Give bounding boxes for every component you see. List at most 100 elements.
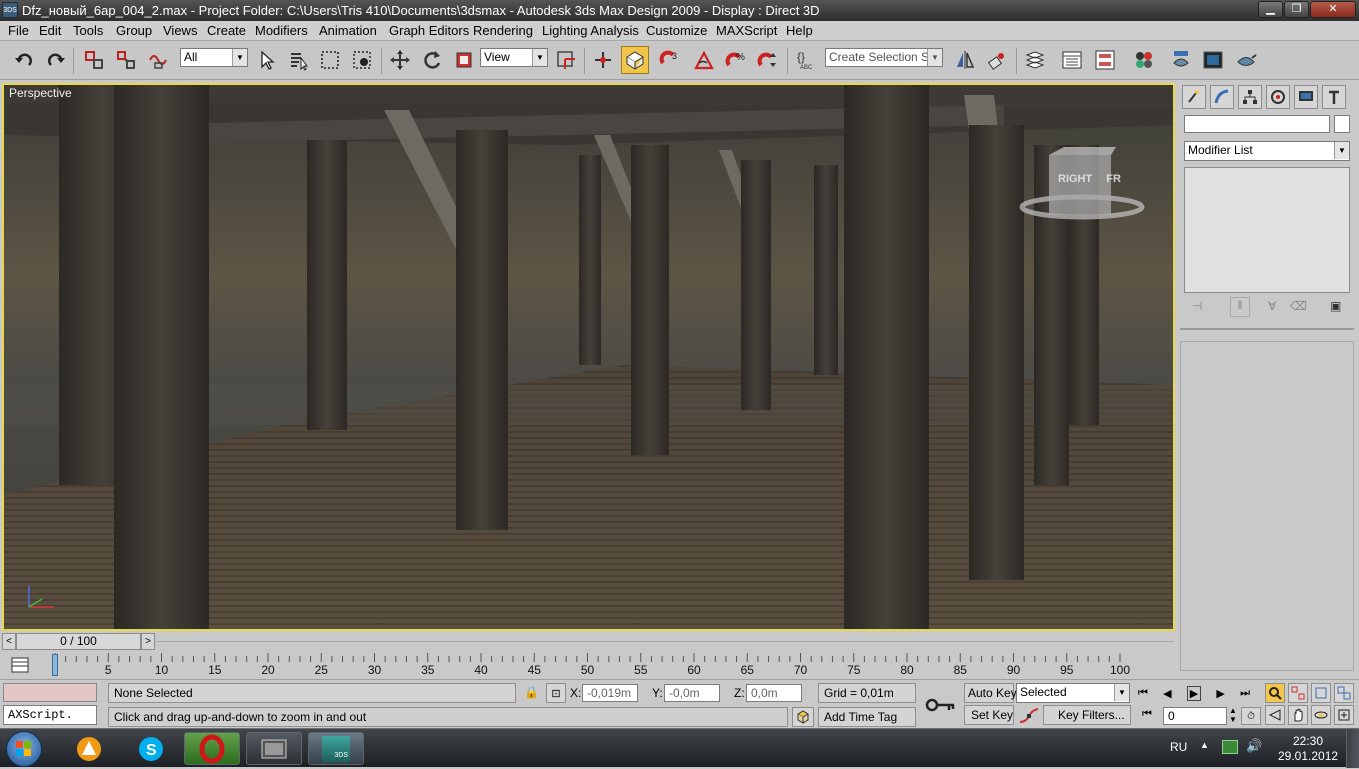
select-object-icon[interactable] xyxy=(253,46,281,74)
time-configuration-icon[interactable]: ⏱ xyxy=(1241,707,1261,725)
frame-spinner-icon[interactable]: ▲ ▼ xyxy=(1229,706,1237,724)
reference-coord-dropdown[interactable]: View ▼ xyxy=(480,48,548,67)
hierarchy-tab-icon[interactable] xyxy=(1238,85,1262,109)
make-unique-icon[interactable]: ∀ xyxy=(1268,299,1276,313)
current-frame-field[interactable]: 0 xyxy=(1163,707,1227,725)
modify-tab-icon[interactable] xyxy=(1210,85,1234,109)
current-frame-marker[interactable] xyxy=(52,654,58,676)
object-color-swatch[interactable] xyxy=(1334,115,1350,133)
taskbar-opera[interactable] xyxy=(184,732,240,765)
absolute-mode-icon[interactable]: ⊡ xyxy=(546,683,566,703)
app-icon[interactable]: 3DS xyxy=(2,2,18,18)
maxscript-listener-mini[interactable] xyxy=(3,683,97,702)
menu-modifiers[interactable]: Modifiers xyxy=(255,21,308,41)
undo-icon[interactable] xyxy=(10,46,38,74)
menu-rendering[interactable]: Rendering xyxy=(473,21,533,41)
menu-animation[interactable]: Animation xyxy=(319,21,377,41)
keyboard-shortcut-override-icon[interactable] xyxy=(621,46,649,74)
previous-frame-icon[interactable]: ◀ xyxy=(1163,687,1171,700)
named-selection-set-dropdown[interactable]: Create Selection Set ▼ xyxy=(825,48,943,67)
close-button[interactable]: ✕ xyxy=(1310,1,1356,18)
network-icon[interactable] xyxy=(1222,740,1238,754)
configure-modifier-sets-icon[interactable]: ▣ xyxy=(1330,299,1341,313)
minimize-button[interactable]: ▁ xyxy=(1258,1,1283,18)
mirror-icon[interactable] xyxy=(951,46,979,74)
key-tangents-icon[interactable] xyxy=(1018,706,1040,729)
time-slider-thumb[interactable]: 0 / 100 xyxy=(16,633,141,650)
set-keys-key-icon[interactable] xyxy=(922,684,960,726)
menu-help[interactable]: Help xyxy=(786,21,813,41)
menu-views[interactable]: Views xyxy=(163,21,197,41)
angle-snap-icon[interactable] xyxy=(690,46,718,74)
rectangular-selection-icon[interactable] xyxy=(316,46,344,74)
curve-editor-icon[interactable] xyxy=(1058,46,1086,74)
auto-key-button[interactable]: Auto Key xyxy=(964,683,1017,703)
modifier-stack[interactable] xyxy=(1184,167,1350,293)
key-mode-toggle-icon[interactable]: ⏮ xyxy=(1142,708,1152,721)
taskbar-3dsmax[interactable]: 3DS xyxy=(308,732,364,765)
maximize-button[interactable]: ❐ xyxy=(1284,1,1309,18)
scale-icon[interactable] xyxy=(450,46,478,74)
render-production-icon[interactable] xyxy=(1232,46,1260,74)
utilities-tab-icon[interactable] xyxy=(1322,85,1346,109)
unlink-selection-icon[interactable] xyxy=(112,46,140,74)
menu-tools[interactable]: Tools xyxy=(73,21,103,41)
schematic-view-icon[interactable] xyxy=(1091,46,1119,74)
y-coordinate-field[interactable]: -0,0m xyxy=(664,684,720,702)
edit-named-selection-icon[interactable]: {} ABC xyxy=(792,46,820,74)
motion-tab-icon[interactable] xyxy=(1266,85,1290,109)
zoom-extents-icon[interactable] xyxy=(1311,683,1331,703)
modifier-list-dropdown[interactable]: Modifier List ▼ xyxy=(1184,141,1350,161)
menu-create[interactable]: Create xyxy=(207,21,246,41)
z-coordinate-field[interactable]: 0,0m xyxy=(746,684,802,702)
display-tab-icon[interactable] xyxy=(1294,85,1318,109)
redo-icon[interactable] xyxy=(42,46,70,74)
avast-icon[interactable] xyxy=(74,734,104,767)
time-slider-next-button[interactable]: > xyxy=(141,633,155,650)
time-slider-prev-button[interactable]: < xyxy=(2,633,16,650)
show-desktop-button[interactable] xyxy=(1346,729,1359,768)
bind-space-warp-icon[interactable] xyxy=(144,46,172,74)
select-and-link-icon[interactable] xyxy=(80,46,108,74)
material-editor-icon[interactable] xyxy=(1130,46,1158,74)
menu-maxscript[interactable]: MAXScript xyxy=(716,21,777,41)
menu-group[interactable]: Group xyxy=(116,21,152,41)
next-frame-icon[interactable]: ▶ xyxy=(1216,687,1224,700)
render-setup-icon[interactable] xyxy=(1167,46,1195,74)
rotate-icon[interactable] xyxy=(418,46,446,74)
set-key-button[interactable]: Set Key xyxy=(964,705,1014,725)
maxscript-input[interactable]: AXScript. xyxy=(3,705,97,725)
volume-icon[interactable]: 🔊 xyxy=(1246,738,1262,754)
selection-lock-icon[interactable]: 🔒 xyxy=(524,685,539,699)
menu-edit[interactable]: Edit xyxy=(39,21,61,41)
viewport-label[interactable]: Perspective xyxy=(9,86,72,100)
x-coordinate-field[interactable]: -0,019m xyxy=(582,684,638,702)
object-name-field[interactable] xyxy=(1184,115,1330,133)
align-icon[interactable] xyxy=(983,46,1011,74)
pin-stack-icon[interactable]: ⊣ xyxy=(1192,299,1202,313)
add-time-tag-icon[interactable] xyxy=(792,707,814,727)
selection-filter-dropdown[interactable]: All ▼ xyxy=(180,48,248,67)
skype-icon[interactable]: S xyxy=(136,734,166,767)
show-end-result-icon[interactable]: ‖ xyxy=(1230,297,1250,317)
menu-graph-editors[interactable]: Graph Editors xyxy=(389,21,469,41)
menu-customize[interactable]: Customize xyxy=(646,21,707,41)
zoom-all-icon[interactable] xyxy=(1288,683,1308,703)
open-mini-curve-editor-icon[interactable] xyxy=(10,655,30,678)
viewcube[interactable]: RIGHT FR xyxy=(1058,173,1121,185)
orbit-icon[interactable] xyxy=(1311,705,1331,725)
start-button[interactable] xyxy=(6,731,42,767)
select-and-manipulate-icon[interactable] xyxy=(589,46,617,74)
layer-manager-icon[interactable] xyxy=(1021,46,1049,74)
remove-modifier-icon[interactable]: ⌫ xyxy=(1290,299,1307,313)
menu-file[interactable]: File xyxy=(8,21,29,41)
track-bar[interactable]: 0510152025303540455055606570758085909510… xyxy=(0,652,1177,679)
select-by-name-icon[interactable] xyxy=(284,46,312,74)
rendered-frame-window-icon[interactable] xyxy=(1199,46,1227,74)
menu-lighting-analysis[interactable]: Lighting Analysis xyxy=(542,21,639,41)
move-icon[interactable] xyxy=(386,46,414,74)
maximize-viewport-icon[interactable] xyxy=(1334,705,1354,725)
show-hidden-icons-icon[interactable]: ▲ xyxy=(1200,740,1209,750)
zoom-extents-all-icon[interactable] xyxy=(1334,683,1354,703)
clock[interactable]: 22:30 29.01.2012 xyxy=(1278,734,1338,764)
